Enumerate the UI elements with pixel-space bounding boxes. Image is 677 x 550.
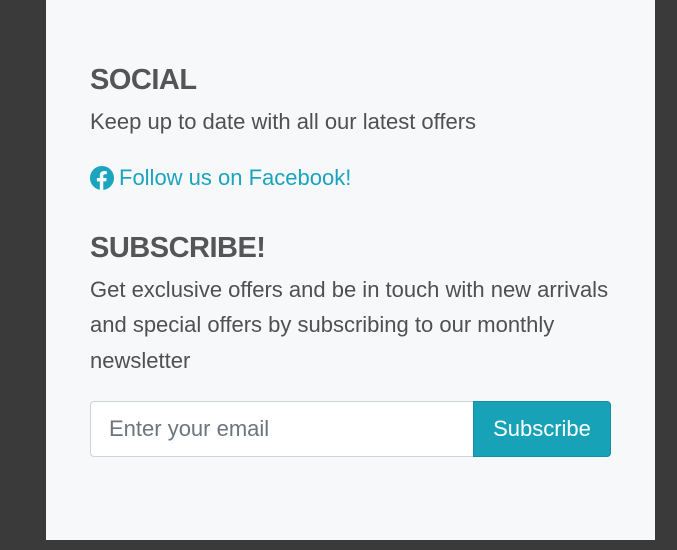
subscribe-button[interactable]: Subscribe [473,401,611,457]
subscribe-title: SUBSCRIBE! [90,231,266,264]
facebook-link[interactable]: Follow us on Facebook! [90,164,612,192]
footer-panel: SOCIAL Keep up to date with all our late… [46,0,655,540]
subscribe-description: Get exclusive offers and be in touch wit… [90,276,609,373]
email-input[interactable] [90,401,473,457]
social-section: SOCIAL Keep up to date with all our late… [90,62,612,192]
footer-content: SOCIAL Keep up to date with all our late… [90,62,612,457]
subscribe-form: Subscribe [90,401,611,457]
social-description: Keep up to date with all our latest offe… [90,109,477,134]
social-title: SOCIAL [90,64,197,96]
facebook-link-label: Follow us on Facebook! [119,164,352,190]
facebook-icon [90,165,114,190]
subscribe-section: SUBSCRIBE! Get exclusive offers and be i… [90,230,612,457]
